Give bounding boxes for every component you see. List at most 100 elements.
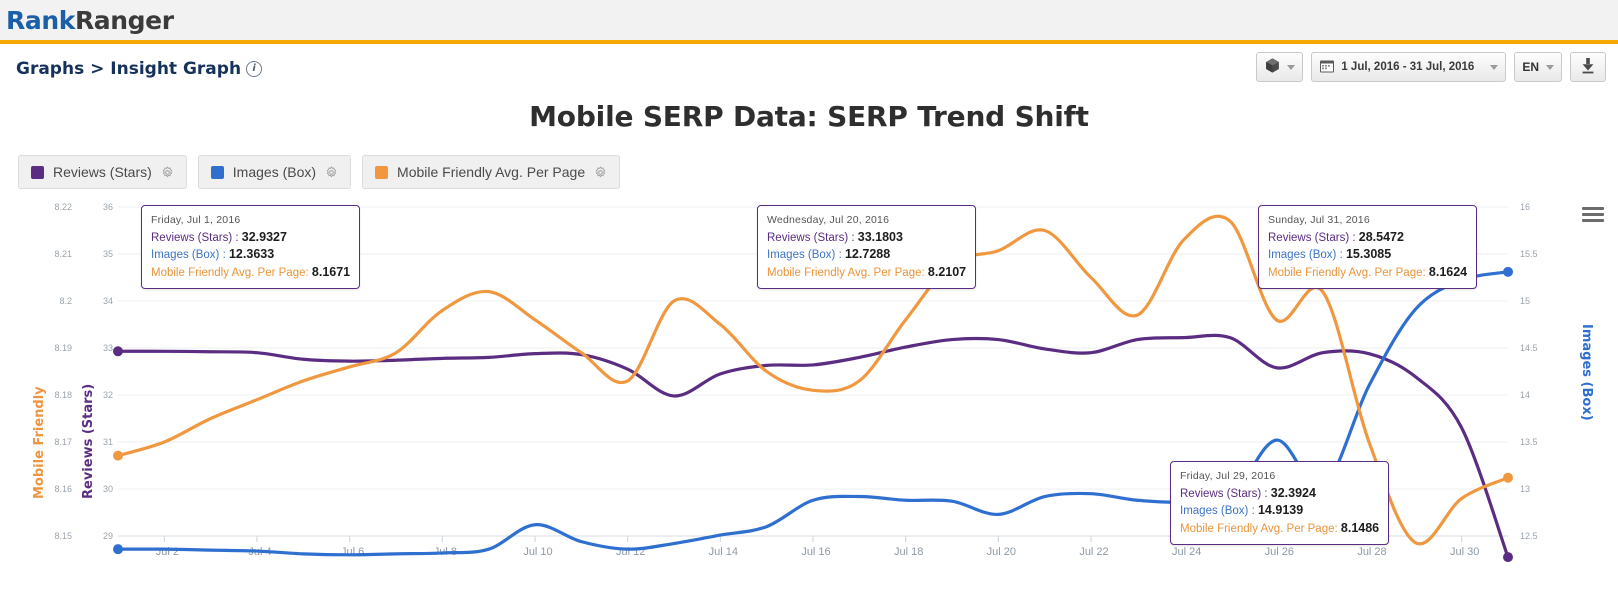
logo-ranger-text: Ranger — [74, 5, 174, 35]
series-point — [1136, 338, 1139, 341]
tooltip-reviews-label: Reviews (Stars) : — [151, 231, 239, 244]
tooltip-reviews-value: 32.9327 — [241, 229, 287, 244]
series-point — [672, 542, 676, 545]
chart-context-menu-button[interactable] — [1582, 207, 1604, 225]
tooltip-images-label: Images (Box) : — [1268, 249, 1343, 261]
series-point — [1275, 438, 1278, 442]
series-point — [950, 500, 954, 503]
tooltip-images-label: Images (Box) : — [1180, 505, 1255, 517]
series-point — [487, 356, 490, 359]
cube-icon — [1264, 57, 1281, 77]
info-icon[interactable]: i — [246, 61, 263, 77]
tooltip-mobile-value: 8.1671 — [311, 264, 351, 279]
series-point — [163, 440, 166, 444]
legend-label-reviews: Reviews (Stars) — [53, 164, 152, 180]
series-point — [1043, 495, 1046, 498]
series-point — [1228, 219, 1232, 223]
tooltip-mobile-row: Mobile Friendly Avg. Per Page: 8.1624 — [1268, 264, 1467, 282]
legend-item-mobile-friendly[interactable]: Mobile Friendly Avg. Per Page — [362, 155, 621, 189]
series-point — [1367, 352, 1371, 355]
series-point — [719, 372, 722, 376]
x-axis-tick-label: Jul 30 — [1450, 546, 1479, 558]
series-point — [302, 358, 305, 361]
logo-rank-text: Rank — [6, 5, 75, 35]
axis-tick-label: 8.2 — [59, 296, 72, 306]
series-point — [209, 417, 212, 420]
axis-tick-label: 35 — [103, 249, 113, 259]
axis-tick-label: 14 — [1520, 390, 1530, 400]
series-point — [348, 553, 351, 556]
x-axis-tick-label: Jul 28 — [1357, 546, 1386, 558]
x-axis-tick-label: Jul 14 — [709, 546, 738, 558]
breadcrumb-text: Graphs > Insight Graph — [16, 59, 242, 79]
hamburger-line — [1582, 213, 1604, 216]
tooltip-mobile-row: Mobile Friendly Avg. Per Page: 8.2107 — [767, 264, 966, 282]
download-icon — [1580, 57, 1596, 77]
gear-icon[interactable] — [161, 165, 174, 179]
series-point — [1089, 351, 1093, 354]
series-point — [1228, 336, 1232, 339]
series-point — [765, 370, 768, 373]
breadcrumb[interactable]: Graphs > Insight Graph i — [16, 59, 263, 79]
top-bar: RankRanger — [0, 0, 1618, 44]
y-axis-images-ticks: 12.5 13 13.5 14 14.5 15 15.5 16 — [1520, 202, 1538, 541]
series-point — [719, 323, 722, 326]
series-point — [533, 352, 537, 355]
tooltip-reviews-label: Reviews (Stars) : — [1268, 231, 1356, 244]
series-endpoint-marker — [1503, 472, 1513, 483]
series-point — [1460, 497, 1463, 500]
tooltip-reviews-row: Reviews (Stars) : 33.1803 — [767, 229, 966, 247]
gear-icon[interactable] — [325, 165, 338, 179]
axis-tick-label: 16 — [1520, 202, 1530, 212]
info-icon-glyph: i — [252, 63, 256, 74]
series-point — [672, 394, 676, 398]
tooltip-reviews-row: Reviews (Stars) : 28.5472 — [1268, 229, 1467, 247]
x-axis-tick-label: Jul 18 — [894, 546, 923, 558]
gear-icon[interactable] — [594, 165, 607, 179]
tooltip-mobile-label: Mobile Friendly Avg. Per Page: — [1180, 522, 1338, 535]
hamburger-line — [1582, 219, 1604, 222]
tooltip-reviews-value: 32.3924 — [1270, 485, 1316, 500]
package-selector-button[interactable] — [1256, 52, 1304, 82]
series-point — [1321, 290, 1324, 293]
series-point — [1367, 384, 1371, 387]
date-range-picker[interactable]: 1 Jul, 2016 - 31 Jul, 2016 — [1311, 52, 1507, 82]
language-value: EN — [1522, 60, 1539, 74]
chevron-down-icon — [1490, 64, 1499, 70]
series-point — [1275, 318, 1278, 321]
axis-tick-label: 8.22 — [54, 202, 72, 212]
legend-item-images[interactable]: Images (Box) — [197, 155, 352, 189]
legend-swatch-images — [210, 165, 224, 179]
rankranger-logo[interactable]: RankRanger — [6, 6, 174, 35]
axis-tick-label: 8.15 — [54, 531, 72, 541]
axis-tick-label: 8.18 — [54, 390, 72, 400]
chart-title: Mobile SERP Data: SERP Trend Shift — [529, 100, 1089, 133]
y-axis-mobile-friendly-ticks: 8.15 8.16 8.17 8.18 8.19 8.2 8.21 8.22 — [54, 202, 72, 541]
series-point — [1182, 336, 1185, 339]
series-point — [255, 351, 259, 354]
series-point — [441, 551, 444, 555]
series-endpoint-marker — [1503, 552, 1513, 563]
tooltip-reviews-value: 28.5472 — [1358, 229, 1404, 244]
series-point — [348, 365, 351, 368]
axis-tick-label: 32 — [103, 390, 113, 400]
download-button[interactable] — [1570, 52, 1606, 82]
legend-label-images: Images (Box) — [232, 164, 317, 180]
series-endpoint-marker — [113, 346, 123, 357]
axis-tick-label: 15 — [1520, 296, 1530, 306]
axis-title-reviews: Reviews (Stars) — [81, 384, 96, 499]
axis-tick-label: 29 — [103, 531, 113, 541]
series-endpoint-marker — [1503, 266, 1513, 277]
language-selector[interactable]: EN — [1514, 52, 1562, 82]
legend-swatch-reviews — [31, 165, 44, 179]
series-point — [1043, 347, 1046, 351]
date-range-value: 1 Jul, 2016 - 31 Jul, 2016 — [1341, 61, 1475, 73]
series-point — [672, 299, 676, 303]
series-point — [302, 379, 305, 383]
chart-legend: Reviews (Stars) Images (Box) Mobile Frie… — [18, 155, 1618, 189]
tooltip-images-row: Images (Box) : 12.7288 — [767, 246, 966, 264]
axis-tick-label: 33 — [103, 343, 113, 353]
tooltip-mobile-label: Mobile Friendly Avg. Per Page: — [151, 266, 309, 279]
legend-item-reviews[interactable]: Reviews (Stars) — [18, 155, 187, 189]
series-point — [394, 552, 398, 556]
